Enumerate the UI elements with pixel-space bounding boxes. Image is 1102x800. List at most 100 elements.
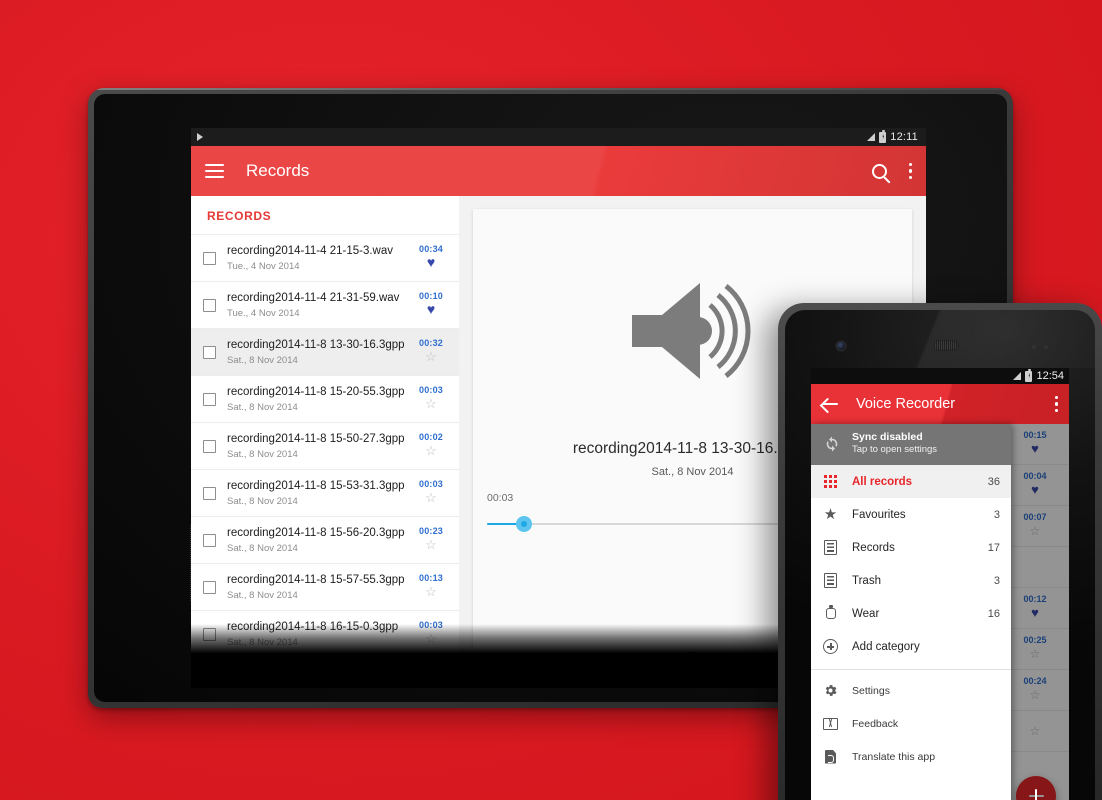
star-outline-icon[interactable]: ☆ xyxy=(425,678,437,688)
row-checkbox[interactable] xyxy=(203,486,216,500)
drawer-item-translate-this-app[interactable]: Translate this app xyxy=(811,740,1011,773)
drawer-item-add-category[interactable]: Add category xyxy=(811,630,1011,663)
drawer-item-label: Records xyxy=(852,541,895,554)
records-rows-container: recording2014-11-4 21-15-3.wav Tue., 4 No… xyxy=(191,235,459,688)
row-checkbox[interactable] xyxy=(203,298,216,312)
row-meta: 00:32 ☆ xyxy=(413,338,449,366)
star-outline-icon[interactable]: ☆ xyxy=(425,490,437,505)
row-text: recording2014-11-4 21-31-59.wav Tue., 4 N… xyxy=(227,291,413,318)
tablet-app-bar-actions xyxy=(871,162,912,180)
star-outline-icon[interactable]: ☆ xyxy=(425,584,437,599)
row-duration: 00:03 xyxy=(418,479,444,489)
row-meta: 00:23 ☆ xyxy=(413,526,449,554)
table-row[interactable]: recording2014-11-4 21-31-59.wav Tue., 4 N… xyxy=(191,282,459,329)
row-duration: 00:23 xyxy=(418,526,444,536)
row-checkbox[interactable] xyxy=(203,627,216,641)
row-checkbox[interactable] xyxy=(203,533,216,547)
table-row[interactable]: recording2014-11-8 15-56-20.3gpp Sat., 8 … xyxy=(191,517,459,564)
heart-filled-icon[interactable]: ♥ xyxy=(427,301,435,317)
more-vertical-icon[interactable] xyxy=(908,162,912,180)
row-text: recording2014-11-8 13-30-16.3gpp Sat., 8 … xyxy=(227,338,413,365)
table-row[interactable]: recording2014-11-8 15-50-27.3gpp Sat., 8 … xyxy=(191,423,459,470)
drawer-item-all-records[interactable]: All records 36 xyxy=(811,465,1011,498)
star-outline-icon[interactable]: ☆ xyxy=(425,631,437,646)
apps-grid-icon xyxy=(824,475,837,488)
drawer-item-label: Wear xyxy=(852,607,880,620)
drawer-item-wear[interactable]: Wear 16 xyxy=(811,597,1011,630)
seek-thumb[interactable] xyxy=(515,516,532,532)
phone-app-bar: Voice Recorder xyxy=(811,384,1069,424)
search-icon[interactable] xyxy=(871,163,887,179)
table-row[interactable]: recording2014-11-8 15-20-55.3gpp Sat., 8 … xyxy=(191,376,459,423)
row-checkbox[interactable] xyxy=(203,392,216,406)
drawer-item-count: 3 xyxy=(993,508,1000,521)
tablet-app-bar: Records xyxy=(191,146,926,196)
table-row[interactable]: recording2014-11-8 15-53-31.3gpp Sat., 8 … xyxy=(191,470,459,517)
table-row[interactable]: recording2014-11-8 16-15-23.3gpp Sat., 8 … xyxy=(191,658,459,688)
row-meta: 00:03 ☆ xyxy=(413,479,449,507)
row-text: recording2014-11-8 15-57-55.3gpp Sat., 8 … xyxy=(227,573,413,600)
drawer-item-icon: ★ xyxy=(822,506,839,523)
row-duration: 00:13 xyxy=(418,573,444,583)
drawer-item-feedback[interactable]: Feedback xyxy=(811,707,1011,740)
star-outline-icon[interactable]: ☆ xyxy=(425,396,437,411)
row-duration: 00:03 xyxy=(418,385,444,395)
phone-bezel: 12:54 Voice Recorder 00:15 ♥ 00:04 ♥ 00:07 ☆ 0… xyxy=(785,310,1095,800)
page-title: Records xyxy=(246,161,310,180)
trash-list-icon xyxy=(824,573,837,588)
row-meta: 00:03 ☆ xyxy=(413,620,449,648)
phone-device: 12:54 Voice Recorder 00:15 ♥ 00:04 ♥ 00:07 ☆ 0… xyxy=(778,303,1102,800)
navigation-drawer[interactable]: Sync disabled Tap to open settings All r… xyxy=(811,424,1011,800)
star-outline-icon[interactable]: ☆ xyxy=(425,443,437,458)
drawer-item-favourites[interactable]: ★ Favourites 3 xyxy=(811,498,1011,531)
tablet-status-icons: 12:11 xyxy=(867,129,918,143)
arrow-back-icon[interactable] xyxy=(822,396,839,413)
tablet-status-bar: 12:11 xyxy=(191,128,926,146)
sync-icon xyxy=(823,435,841,453)
star-outline-icon[interactable]: ☆ xyxy=(425,349,437,364)
drawer-item-label: All records xyxy=(852,475,913,488)
heart-filled-icon[interactable]: ♥ xyxy=(427,254,435,270)
table-row[interactable]: recording2014-11-8 16-15-0.3gpp Sat., 8 N… xyxy=(191,611,459,658)
row-text: recording2014-11-8 16-15-23.3gpp Sat., 8 … xyxy=(227,667,413,688)
row-checkbox[interactable] xyxy=(203,251,216,265)
row-duration: 00:05 xyxy=(418,667,444,677)
drawer-item-label: Translate this app xyxy=(852,750,936,763)
drawer-secondary-items-container: Settings Feedback Translate this app xyxy=(811,674,1011,773)
row-filename: recording2014-11-8 15-57-55.3gpp xyxy=(227,574,405,587)
star-outline-icon[interactable]: ☆ xyxy=(425,537,437,552)
row-date: Sat., 8 Nov 2014 xyxy=(227,636,298,648)
more-vertical-icon[interactable] xyxy=(1054,395,1058,413)
records-section-header: RECORDS xyxy=(191,196,459,235)
drawer-sync-header[interactable]: Sync disabled Tap to open settings xyxy=(811,424,1011,465)
drawer-item-settings[interactable]: Settings xyxy=(811,674,1011,707)
drawer-item-count: 17 xyxy=(987,541,1000,554)
signal-icon xyxy=(1013,372,1022,380)
drawer-item-label: Favourites xyxy=(852,508,906,521)
table-row[interactable]: recording2014-11-4 21-15-3.wav Tue., 4 No… xyxy=(191,235,459,282)
screenshot-stage: 12:11 Records RECORDS recording2014-11-4… xyxy=(0,0,1102,800)
row-checkbox[interactable] xyxy=(203,439,216,453)
hamburger-icon[interactable] xyxy=(205,164,224,178)
pause-button[interactable] xyxy=(668,652,717,688)
row-checkbox[interactable] xyxy=(203,674,216,688)
sync-subtitle: Tap to open settings xyxy=(852,444,938,456)
row-filename: recording2014-11-8 15-56-20.3gpp xyxy=(227,527,405,540)
row-checkbox[interactable] xyxy=(203,580,216,594)
plus-circle-icon xyxy=(823,639,838,654)
drawer-item-icon xyxy=(822,638,839,655)
drawer-item-records[interactable]: Records 17 xyxy=(811,531,1011,564)
row-text: recording2014-11-4 21-15-3.wav Tue., 4 No… xyxy=(227,244,413,271)
row-filename: recording2014-11-8 15-20-55.3gpp xyxy=(227,386,405,399)
row-text: recording2014-11-8 15-20-55.3gpp Sat., 8 … xyxy=(227,385,413,412)
table-row[interactable]: recording2014-11-8 13-30-16.3gpp Sat., 8 … xyxy=(191,329,459,376)
tablet-clock: 12:11 xyxy=(890,131,918,143)
table-row[interactable]: recording2014-11-8 15-57-55.3gpp Sat., 8 … xyxy=(191,564,459,611)
row-meta: 00:34 ♥ xyxy=(413,244,449,272)
drawer-item-trash[interactable]: Trash 3 xyxy=(811,564,1011,597)
speaker-volume-icon xyxy=(628,279,758,388)
records-list[interactable]: RECORDS recording2014-11-4 21-15-3.wav Tu… xyxy=(191,196,459,688)
row-date: Sat., 8 Nov 2014 xyxy=(227,448,298,460)
row-checkbox[interactable] xyxy=(203,345,216,359)
row-text: recording2014-11-8 15-50-27.3gpp Sat., 8 … xyxy=(227,432,413,459)
